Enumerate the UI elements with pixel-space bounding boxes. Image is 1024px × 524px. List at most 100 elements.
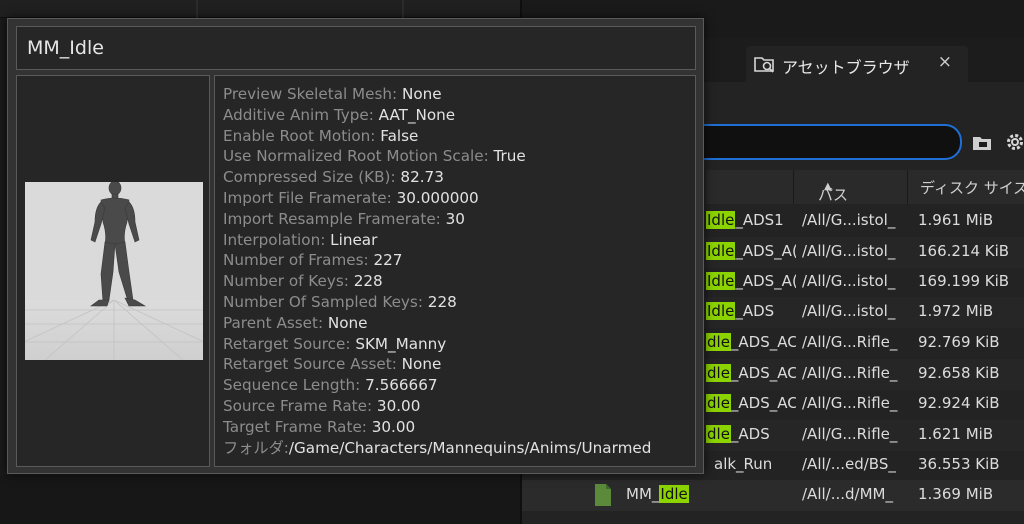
column-path-label: パス — [818, 186, 849, 204]
property-key: Retarget Source: — [223, 334, 356, 353]
folder-icon[interactable] — [971, 132, 993, 154]
asset-path: /All/...ed/BS_ — [802, 455, 896, 473]
column-header-size[interactable]: ディスク サイズ — [908, 170, 1024, 204]
property-value: 30 — [445, 209, 465, 228]
property-line: Interpolation: Linear — [223, 230, 377, 250]
asset-disk-size: 92.769 KiB — [918, 333, 1000, 351]
tab-close-button[interactable]: × — [938, 52, 952, 72]
asset-disk-size: 1.621 MiB — [918, 425, 994, 443]
asset-disk-size: 92.924 KiB — [918, 394, 1000, 412]
property-line: Enable Root Motion: False — [223, 126, 418, 146]
property-value: 7.566667 — [365, 376, 438, 395]
property-line: Additive Anim Type: AAT_None — [223, 105, 455, 125]
gear-icon[interactable] — [1004, 130, 1024, 154]
asset-path: /All/G...Rifle_ — [802, 364, 898, 382]
property-line: Number of Keys: 228 — [223, 271, 383, 291]
search-match-highlight: dle — [706, 333, 731, 351]
property-line: Import Resample Framerate: 30 — [223, 209, 465, 229]
property-value: AAT_None — [378, 105, 456, 124]
tab-content-browser[interactable]: アセットブラウザ × — [746, 46, 968, 82]
editor-top-bar — [0, 0, 520, 18]
toolbar-divider — [402, 0, 404, 18]
tooltip-title: MM_Idle — [27, 37, 104, 59]
asset-name: MM_Idle — [626, 485, 796, 503]
property-line: Source Frame Rate: 30.00 — [223, 396, 420, 416]
property-value: /Game/Characters/Mannequins/Anims/Unarme… — [288, 438, 652, 457]
property-key: Number of Keys: — [223, 272, 354, 291]
asset-disk-size: 1.972 MiB — [918, 302, 994, 320]
property-line: Number of Frames: 227 — [223, 250, 402, 270]
property-value: None — [401, 355, 442, 374]
property-key: Parent Asset: — [223, 313, 328, 332]
property-key: Number Of Sampled Keys: — [223, 293, 428, 311]
asset-name: Idle_ADS_A( — [706, 242, 796, 260]
property-value: 227 — [373, 251, 403, 270]
property-key: Import File Framerate: — [223, 189, 397, 207]
property-line: Compressed Size (KB): 82.73 — [223, 167, 444, 187]
property-line: Target Frame Rate: 30.00 — [223, 417, 415, 437]
property-line: Number Of Sampled Keys: 228 — [223, 292, 457, 312]
property-value: SKM_Manny — [355, 334, 447, 353]
asset-path: /All/G...istol_ — [802, 242, 896, 260]
property-key: Use Normalized Root Motion Scale: — [223, 147, 494, 166]
tooltip-title-box: MM_Idle — [16, 26, 696, 70]
asset-name-suffix: _ADS — [730, 425, 770, 443]
property-key: Retarget Source Asset: — [223, 355, 402, 374]
asset-name-suffix: _ADS — [735, 302, 775, 320]
property-line: Import File Framerate: 30.000000 — [223, 188, 479, 208]
property-key: Target Frame Rate: — [223, 417, 372, 436]
search-match-highlight: Idle — [706, 211, 736, 229]
asset-disk-size: 1.961 MiB — [918, 211, 994, 229]
column-header-path[interactable]: パス ▲ — [794, 170, 908, 204]
asset-name: Idle_ADS — [706, 302, 796, 320]
asset-name-suffix: _ADS_AC — [730, 394, 796, 412]
property-line: Preview Skeletal Mesh: None — [223, 84, 442, 104]
property-line: Retarget Source Asset: None — [223, 354, 441, 374]
toolbar-divider — [196, 0, 198, 18]
asset-name: dle_ADS — [706, 425, 796, 443]
search-match-highlight: Idle — [706, 242, 736, 260]
asset-path: /All/...d/MM_ — [802, 485, 893, 503]
property-key: Additive Anim Type: — [223, 105, 379, 124]
property-value: 228 — [427, 293, 457, 311]
content-browser-icon — [754, 54, 776, 74]
asset-tooltip: MM_Idle Preview Skeletal Mesh: None Addi… — [7, 18, 704, 474]
property-key: Source Frame Rate: — [223, 397, 377, 415]
search-match-highlight: dle — [706, 364, 731, 382]
property-line: Retarget Source: SKM_Manny — [223, 334, 446, 354]
asset-disk-size: 169.199 KiB — [918, 272, 1010, 290]
property-line: Sequence Length: 7.566667 — [223, 375, 438, 395]
property-key: Number of Frames: — [223, 251, 374, 270]
column-header-name[interactable] — [706, 170, 794, 204]
asset-path: /All/G...istol_ — [802, 302, 896, 320]
asset-name-suffix: _ADS_A( — [735, 242, 796, 260]
property-value: 30.00 — [376, 397, 421, 415]
search-input[interactable] — [682, 124, 962, 160]
property-key: Import Resample Framerate: — [223, 209, 446, 228]
asset-name-suffix: _ADS_AC — [730, 364, 796, 382]
tab-label: アセットブラウザ — [782, 58, 910, 77]
table-row[interactable]: MM_Idle/All/...d/MM_ 1.369 MiB — [522, 480, 1024, 511]
asset-name: dle_ADS_AC — [706, 364, 796, 382]
property-key: Interpolation: — [223, 230, 331, 249]
asset-name: Idle_ADS_A( — [706, 272, 796, 290]
property-value: 30.000000 — [396, 189, 479, 207]
animation-thumbnail — [25, 182, 203, 360]
asset-name-suffix: _ADS_A( — [735, 272, 796, 290]
property-value: False — [380, 126, 419, 145]
asset-disk-size: 166.214 KiB — [918, 242, 1010, 260]
property-key: Preview Skeletal Mesh: — [223, 85, 402, 103]
search-match-highlight: Idle — [706, 302, 736, 320]
property-value: None — [327, 313, 368, 332]
asset-path: /All/G...istol_ — [802, 211, 896, 229]
asset-name: dle_ADS_AC — [706, 333, 796, 351]
sort-ascending-icon: ▲ — [824, 181, 832, 192]
asset-name-suffix: _ADS1 — [735, 211, 784, 229]
thumbnail-panel — [16, 75, 210, 467]
property-key: Sequence Length: — [223, 376, 366, 395]
asset-disk-size: 1.369 MiB — [918, 485, 994, 503]
asset-name-suffix: _ADS_AC — [730, 333, 796, 351]
search-match-highlight: dle — [706, 425, 731, 443]
property-value: 30.00 — [371, 417, 416, 436]
search-match-highlight: Idle — [659, 485, 689, 503]
